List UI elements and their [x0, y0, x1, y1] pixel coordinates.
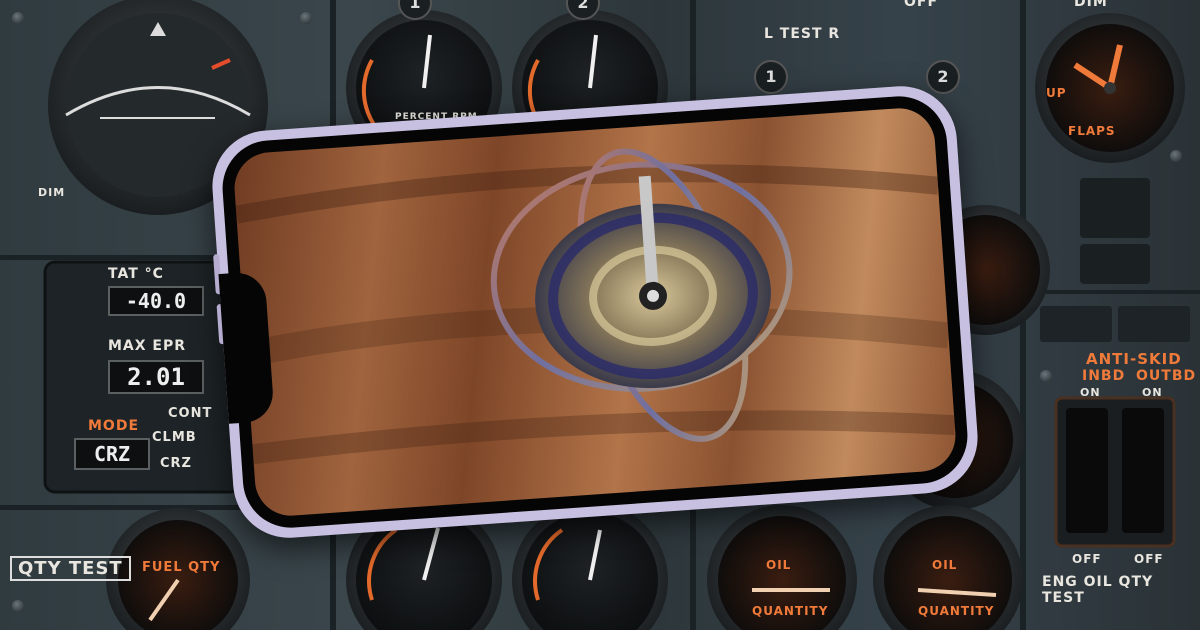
cont-label: CONT	[168, 406, 213, 421]
screw	[12, 600, 24, 612]
tat-display: -40.0	[108, 286, 204, 316]
annunciator-block	[1118, 306, 1190, 342]
inbd-off-label: OFF	[1072, 552, 1102, 566]
flaps-label: FLAPS	[1068, 124, 1116, 138]
qty-test-button[interactable]: QTY TEST	[10, 556, 131, 581]
clmb-label: CLMB	[152, 430, 197, 445]
screw	[12, 12, 24, 24]
dim-label-left: DIM	[38, 186, 66, 199]
l-test-r-label: L TEST R	[764, 26, 841, 42]
gyroscope-image	[234, 148, 956, 465]
outbd-off-label: OFF	[1134, 552, 1164, 566]
oil-label-2: OIL	[932, 558, 958, 572]
dim-label-top: DIM	[1074, 0, 1108, 10]
flaps-up-label: UP	[1046, 86, 1067, 100]
annunciator-block	[1040, 306, 1112, 342]
outbd-switch	[1122, 408, 1164, 533]
anti-skid-title: ANTI-SKID	[1086, 350, 1182, 368]
tat-label: TAT °C	[108, 266, 164, 282]
off-label-top: OFF	[904, 0, 939, 10]
outbd-on-label: ON	[1142, 386, 1163, 399]
fuel-qty-label: FUEL QTY	[142, 560, 221, 575]
inbd-on-label: ON	[1080, 386, 1101, 399]
oil-label-1: OIL	[766, 558, 792, 572]
mode-display: CRZ	[74, 438, 150, 470]
annunciator-block	[1080, 244, 1150, 284]
outbd-label: OUTBD	[1136, 368, 1197, 384]
screw	[1040, 370, 1052, 382]
phone-screen	[232, 105, 958, 519]
eng-oil-qty-test-label: ENG OIL QTY TEST	[1042, 574, 1154, 606]
screw	[300, 12, 312, 24]
inbd-label: INBD	[1082, 368, 1126, 384]
crz-label: CRZ	[160, 456, 192, 471]
mode-label: MODE	[88, 418, 140, 434]
annunciator-block	[1080, 178, 1150, 238]
quantity-label-1: QUANTITY	[752, 604, 829, 618]
smartphone	[208, 82, 982, 542]
max-epr-display: 2.01	[108, 360, 204, 394]
screw	[1170, 150, 1182, 162]
max-epr-label: MAX EPR	[108, 338, 187, 354]
n2-gauge-engine-2	[512, 502, 668, 630]
cockpit-panel-photo: 1 2 1 2 OFF DIM L TEST R DIM TAT °C -40.…	[0, 0, 1200, 630]
right-1-marker: 1	[754, 60, 788, 94]
quantity-label-2: QUANTITY	[918, 604, 995, 618]
inbd-switch	[1066, 408, 1108, 533]
